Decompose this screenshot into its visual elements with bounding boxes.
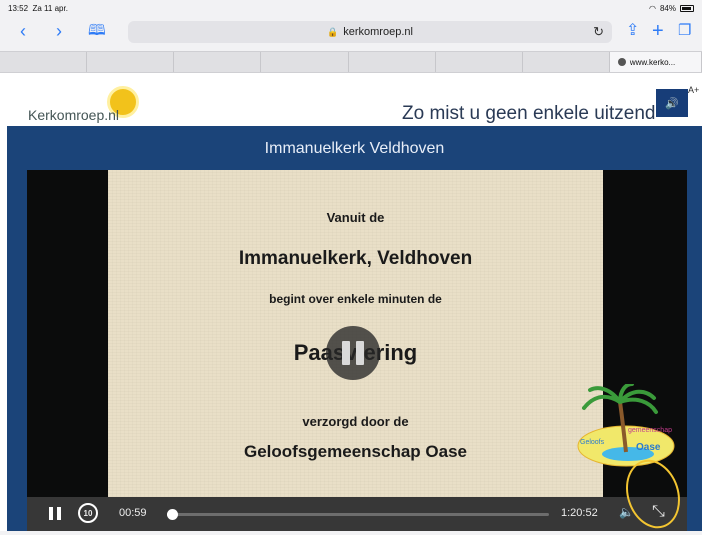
site-logo-text[interactable]: Kerkomroep.nl [28,107,119,123]
slide-line-6: Geloofsgemeenschap Oase [244,442,467,461]
status-left: 13:52 Za 11 apr. [8,4,68,13]
web-page: Kerkomroep.nl Zo mist u geen enkele uitz… [0,73,702,531]
status-time: 13:52 [8,3,29,13]
reload-icon[interactable]: ↻ [593,24,604,40]
share-icon[interactable]: ⇪ [626,20,639,42]
lock-icon: 🔒 [327,26,339,37]
center-pause-button[interactable] [326,326,380,380]
globe-icon [617,58,626,66]
tab-4[interactable] [261,52,349,72]
oase-logo-left: Geloofs [580,439,605,446]
forward-icon[interactable]: › [56,20,62,42]
player-title: Immanuelkerk Veldhoven [264,140,445,157]
current-time: 00:59 [119,507,147,519]
oase-logo: Geloofs gemeenschap Oase [577,384,675,467]
slide-line-3: begint over enkele minuten de [269,292,442,306]
bookmarks-icon[interactable]: 🕮 [88,20,106,42]
battery-icon [680,4,694,12]
total-time: 1:20:52 [561,507,598,519]
tab-active[interactable]: www.kerko... [609,52,702,72]
sound-button[interactable]: 🔊 [656,89,688,117]
tab-7[interactable] [523,52,610,72]
tab-3[interactable] [174,52,262,72]
player-overlay: Immanuelkerk Veldhoven Vanuit de Immanue… [7,126,702,531]
tab-active-label: www.kerko... [629,57,676,67]
progress-slider[interactable] [166,509,549,520]
text-size-toggle[interactable]: A+ [688,85,699,95]
address-url: kerkomroep.nl [343,26,413,38]
back-icon[interactable]: ‹ [20,20,26,42]
rewind-10-icon[interactable]: 10 [78,503,98,523]
oase-logo-top: gemeenschap [628,427,672,434]
video-player[interactable]: Vanuit de Immanuelkerk, Veldhoven begint… [27,170,687,531]
slide-line-1: Vanuit de [326,210,385,225]
site-tagline: Zo mist u geen enkele uitzend [402,103,656,124]
tab-bar: www.kerko... [0,51,702,73]
speaker-icon: 🔊 [665,97,679,110]
status-bar: 13:52 Za 11 apr. ◠ 84% [0,0,702,16]
status-date: Za 11 apr. [32,3,68,13]
status-right: ◠ 84% [649,4,694,13]
progress-knob[interactable] [166,509,178,520]
tabs-icon[interactable]: ❐ [678,20,691,42]
slide-line-2: Immanuelkerk, Veldhoven [238,248,473,269]
add-tab-icon[interactable]: + [652,20,664,42]
tab-2[interactable] [87,52,175,72]
pause-button[interactable] [49,507,61,520]
browser-toolbar: ‹ › 🕮 🔒 kerkomroep.nl ↻ ⇪ + ❐ [0,16,702,48]
wifi-icon: ◠ [649,3,656,13]
tab-1[interactable] [0,52,88,72]
player-controls: 10 00:59 1:20:52 🔈 ⤡ [27,497,687,531]
battery-percent: 84% [659,3,676,13]
oase-logo-name: Oase [636,442,661,453]
tab-6[interactable] [436,52,523,72]
address-bar[interactable]: 🔒 kerkomroep.nl ↻ [128,21,612,43]
slide-line-5: verzorgd door de [302,414,409,429]
tab-5[interactable] [349,52,436,72]
